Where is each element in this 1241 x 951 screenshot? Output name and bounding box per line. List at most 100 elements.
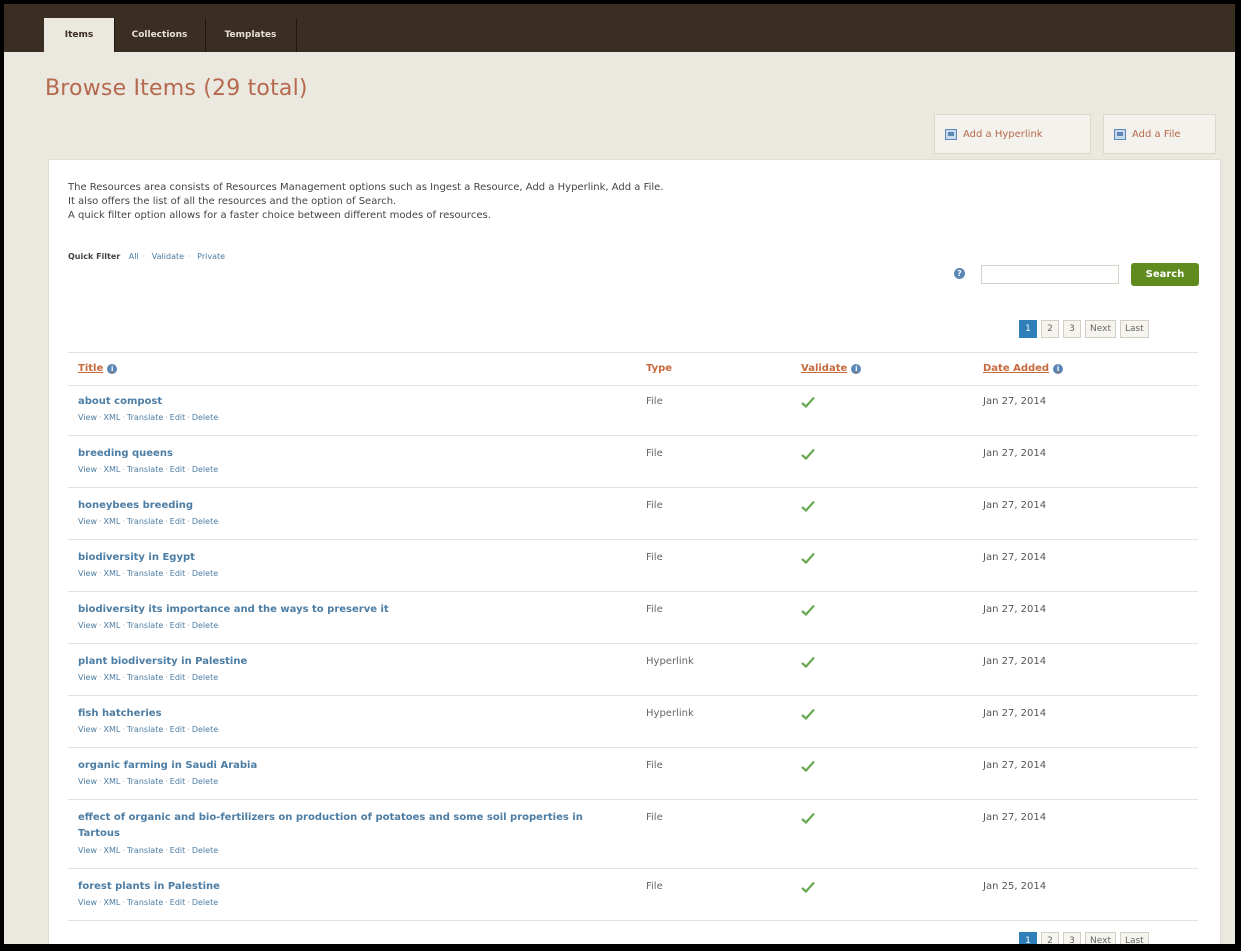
translate-link[interactable]: Translate <box>127 846 163 855</box>
view-link[interactable]: View <box>78 898 97 907</box>
separator: · <box>165 517 168 526</box>
page-1-button[interactable]: 1 <box>1019 320 1037 338</box>
add-file-button[interactable]: Add a File <box>1103 114 1216 154</box>
page-3-button[interactable]: 3 <box>1063 932 1081 944</box>
separator: · <box>122 569 125 578</box>
item-title-link[interactable]: effect of organic and bio-fertilizers on… <box>78 810 598 842</box>
page-3-button[interactable]: 3 <box>1063 320 1081 338</box>
item-title-link[interactable]: organic farming in Saudi Arabia <box>78 758 598 774</box>
item-title-link[interactable]: plant biodiversity in Palestine <box>78 654 598 670</box>
row-actions: View · XML · Translate · Edit · Delete <box>78 898 218 907</box>
filter-private-link[interactable]: Private <box>197 252 225 261</box>
checkmark-icon <box>801 500 815 512</box>
translate-link[interactable]: Translate <box>127 517 163 526</box>
delete-link[interactable]: Delete <box>192 413 218 422</box>
tab-collections[interactable]: Collections <box>114 18 206 52</box>
search-input[interactable] <box>981 265 1119 284</box>
xml-link[interactable]: XML <box>104 673 121 682</box>
item-title-link[interactable]: biodiversity in Egypt <box>78 550 598 566</box>
column-title-header[interactable]: Title i <box>78 363 118 374</box>
file-icon <box>1114 128 1126 140</box>
view-link[interactable]: View <box>78 569 97 578</box>
edit-link[interactable]: Edit <box>170 413 186 422</box>
delete-link[interactable]: Delete <box>192 569 218 578</box>
delete-link[interactable]: Delete <box>192 517 218 526</box>
separator: · <box>122 673 125 682</box>
view-link[interactable]: View <box>78 413 97 422</box>
page-1-button[interactable]: 1 <box>1019 932 1037 944</box>
delete-link[interactable]: Delete <box>192 465 218 474</box>
translate-link[interactable]: Translate <box>127 898 163 907</box>
edit-link[interactable]: Edit <box>170 465 186 474</box>
separator: · <box>165 846 168 855</box>
translate-link[interactable]: Translate <box>127 777 163 786</box>
edit-link[interactable]: Edit <box>170 846 186 855</box>
translate-link[interactable]: Translate <box>127 621 163 630</box>
tab-templates[interactable]: Templates <box>205 18 297 52</box>
xml-link[interactable]: XML <box>104 846 121 855</box>
item-title-link[interactable]: about compost <box>78 394 598 410</box>
xml-link[interactable]: XML <box>104 413 121 422</box>
item-type: File <box>646 500 663 511</box>
table-row: forest plants in Palestine View · XML · Trans… <box>68 869 1198 921</box>
xml-link[interactable]: XML <box>104 569 121 578</box>
page-2-button[interactable]: 2 <box>1041 932 1059 944</box>
delete-link[interactable]: Delete <box>192 673 218 682</box>
search-button[interactable]: Search <box>1131 263 1199 286</box>
next-page-button[interactable]: Next <box>1085 320 1116 338</box>
edit-link[interactable]: Edit <box>170 777 186 786</box>
delete-link[interactable]: Delete <box>192 898 218 907</box>
column-date-added-header[interactable]: Date Added i <box>983 363 1064 374</box>
row-actions: View · XML · Translate · Edit · Delete <box>78 673 218 682</box>
edit-link[interactable]: Edit <box>170 898 186 907</box>
last-page-button[interactable]: Last <box>1119 932 1149 944</box>
translate-link[interactable]: Translate <box>127 465 163 474</box>
view-link[interactable]: View <box>78 846 97 855</box>
xml-link[interactable]: XML <box>104 777 121 786</box>
separator: · <box>165 777 168 786</box>
help-icon[interactable]: ? <box>954 268 965 279</box>
edit-link[interactable]: Edit <box>170 517 186 526</box>
column-validate-header[interactable]: Validate i <box>801 363 862 374</box>
column-label: Type <box>646 363 673 374</box>
delete-link[interactable]: Delete <box>192 777 218 786</box>
xml-link[interactable]: XML <box>104 465 121 474</box>
next-page-button[interactable]: Next <box>1085 932 1116 944</box>
filter-all-link[interactable]: All <box>129 252 139 261</box>
delete-link[interactable]: Delete <box>192 725 218 734</box>
separator: · <box>187 517 190 526</box>
page-2-button[interactable]: 2 <box>1041 320 1059 338</box>
last-page-button[interactable]: Last <box>1119 320 1149 338</box>
translate-link[interactable]: Translate <box>127 673 163 682</box>
edit-link[interactable]: Edit <box>170 621 186 630</box>
item-title-link[interactable]: biodiversity its importance and the ways… <box>78 602 598 618</box>
view-link[interactable]: View <box>78 725 97 734</box>
delete-link[interactable]: Delete <box>192 621 218 630</box>
view-link[interactable]: View <box>78 465 97 474</box>
translate-link[interactable]: Translate <box>127 725 163 734</box>
separator: · <box>165 413 168 422</box>
view-link[interactable]: View <box>78 673 97 682</box>
view-link[interactable]: View <box>78 777 97 786</box>
add-hyperlink-button[interactable]: Add a Hyperlink <box>934 114 1091 154</box>
item-title-link[interactable]: honeybees breeding <box>78 498 598 514</box>
tab-items[interactable]: Items <box>44 18 115 52</box>
item-title-link[interactable]: fish hatcheries <box>78 706 598 722</box>
view-link[interactable]: View <box>78 517 97 526</box>
filter-validate-link[interactable]: Validate <box>152 252 184 261</box>
table-row: biodiversity its importance and the ways… <box>68 592 1198 644</box>
checkmark-icon <box>801 760 815 772</box>
edit-link[interactable]: Edit <box>170 569 186 578</box>
delete-link[interactable]: Delete <box>192 846 218 855</box>
xml-link[interactable]: XML <box>104 517 121 526</box>
item-title-link[interactable]: breeding queens <box>78 446 598 462</box>
xml-link[interactable]: XML <box>104 621 121 630</box>
item-title-link[interactable]: forest plants in Palestine <box>78 879 598 895</box>
translate-link[interactable]: Translate <box>127 413 163 422</box>
edit-link[interactable]: Edit <box>170 725 186 734</box>
translate-link[interactable]: Translate <box>127 569 163 578</box>
xml-link[interactable]: XML <box>104 898 121 907</box>
xml-link[interactable]: XML <box>104 725 121 734</box>
edit-link[interactable]: Edit <box>170 673 186 682</box>
view-link[interactable]: View <box>78 621 97 630</box>
